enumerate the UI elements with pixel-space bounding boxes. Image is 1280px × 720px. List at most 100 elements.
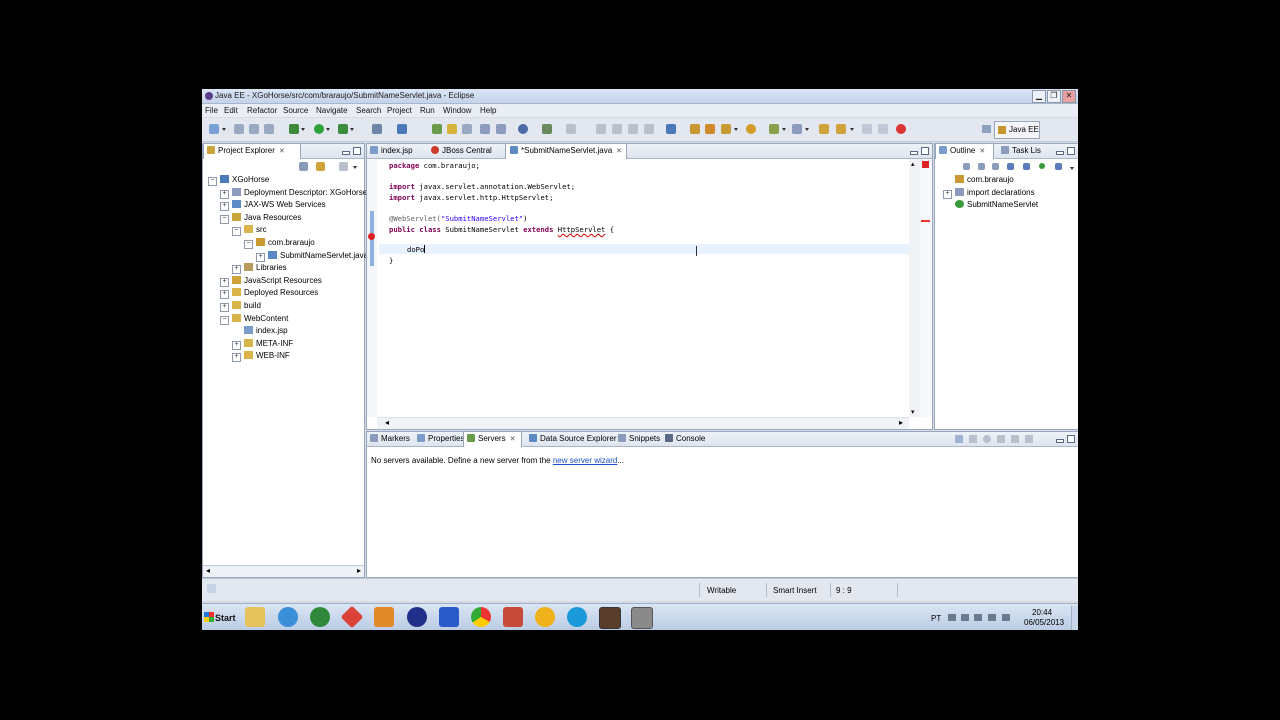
tab-console[interactable]: Console	[665, 432, 705, 446]
new-server-wizard-link[interactable]: new server wizard	[553, 456, 617, 465]
collapse-icon[interactable]: −	[232, 227, 241, 237]
tab-project-explorer[interactable]: Project Explorer ✕	[203, 143, 301, 159]
tab-properties[interactable]: Properties	[417, 432, 464, 446]
maximize-view-icon[interactable]	[1067, 147, 1075, 155]
expand-icon[interactable]: +	[220, 290, 229, 300]
open-type-icon[interactable]	[432, 124, 442, 134]
chevron-down-icon[interactable]	[350, 128, 354, 131]
menu-source[interactable]: Source	[283, 106, 308, 115]
code-line-4[interactable]: @WebServlet("SubmitNameServlet")	[389, 214, 527, 223]
focus-icon[interactable]	[1055, 163, 1062, 170]
tree-item[interactable]: + SubmitNameServlet.java	[256, 250, 368, 262]
expand-icon[interactable]: +	[220, 202, 229, 212]
chevron-down-icon[interactable]	[1070, 167, 1074, 170]
horizontal-scrollbar[interactable]: ◂ ▸	[203, 565, 364, 577]
expand-icon[interactable]: +	[220, 303, 229, 312]
close-button[interactable]: ✕	[1062, 90, 1076, 103]
overview-ruler[interactable]	[919, 159, 932, 417]
minimize-view-icon[interactable]	[1056, 151, 1064, 155]
chevron-down-icon[interactable]	[805, 128, 809, 131]
eclipse-taskbar-icon[interactable]	[407, 607, 427, 627]
tree-item[interactable]: + JavaScript Resources	[220, 275, 322, 287]
collapse-all-icon[interactable]	[978, 163, 985, 170]
code-line-1[interactable]: package com.braraujo;	[389, 161, 480, 170]
collapse-icon[interactable]: −	[208, 177, 217, 186]
tab-task-list[interactable]: Task Lis	[1001, 144, 1041, 158]
power-icon[interactable]	[974, 614, 982, 621]
print-icon[interactable]	[264, 124, 274, 134]
tab-jboss-central[interactable]: JBoss Central	[431, 144, 492, 158]
annotation-icon[interactable]	[769, 124, 779, 134]
save-all-icon[interactable]	[249, 124, 259, 134]
file-explorer-icon[interactable]	[245, 607, 265, 627]
tab-submitnameservlet[interactable]: *SubmitNameServlet.java ✕	[505, 143, 627, 159]
expand-icon[interactable]: +	[232, 353, 241, 363]
wifi-icon[interactable]	[988, 614, 996, 621]
error-ruler-mark[interactable]	[921, 220, 930, 222]
menu-edit[interactable]: Edit	[224, 106, 238, 115]
perspective-java-ee[interactable]: Java EE	[994, 121, 1040, 139]
maximize-view-icon[interactable]	[1067, 435, 1075, 443]
menu-help[interactable]: Help	[480, 106, 496, 115]
monitor-icon[interactable]	[666, 124, 676, 134]
volume-icon[interactable]	[1002, 614, 1010, 621]
tree-item[interactable]: + Deployment Descriptor: XGoHorse	[220, 187, 367, 199]
outline-item[interactable]: SubmitNameServlet	[943, 199, 1038, 211]
collapse-icon[interactable]	[955, 435, 963, 443]
minimize-view-icon[interactable]	[1056, 439, 1064, 443]
tree-item[interactable]: + Deployed Resources	[220, 287, 318, 300]
collapse-icon[interactable]: −	[220, 315, 229, 325]
tree-item[interactable]: − XGoHorse	[208, 174, 269, 186]
hide-static-icon[interactable]	[1007, 163, 1014, 170]
close-icon[interactable]: ✕	[979, 148, 985, 155]
jboss-taskbar-icon[interactable]	[599, 607, 621, 629]
view-menu-icon[interactable]	[339, 162, 348, 171]
error-marker-icon[interactable]	[368, 233, 375, 240]
run-icon[interactable]	[314, 124, 324, 134]
expand-icon[interactable]: +	[232, 340, 241, 350]
globe-icon[interactable]	[518, 124, 528, 134]
close-icon[interactable]: ✕	[279, 148, 285, 155]
tree-item[interactable]: + JAX-WS Web Services	[220, 199, 326, 212]
skype-icon[interactable]	[567, 607, 587, 627]
open-perspective-icon[interactable]	[982, 125, 991, 133]
tree-item[interactable]: + META-INF	[232, 338, 293, 350]
filezilla-icon[interactable]	[340, 605, 364, 629]
new-project-icon[interactable]	[397, 124, 407, 134]
fast-view-icon[interactable]	[207, 584, 216, 593]
menu-run[interactable]: Run	[420, 106, 435, 115]
new-icon[interactable]	[209, 124, 219, 134]
document-icon[interactable]	[503, 607, 523, 627]
hide-nonpublic-icon[interactable]	[1023, 163, 1030, 170]
save-icon[interactable]	[234, 124, 244, 134]
clock-date[interactable]: 06/05/2013	[1024, 618, 1064, 627]
menu-file[interactable]: File	[205, 106, 218, 115]
block-icon[interactable]	[496, 124, 506, 134]
maximize-view-icon[interactable]	[353, 147, 361, 155]
clock-time[interactable]: 20:44	[1032, 608, 1052, 617]
scroll-right-icon[interactable]: ▸	[899, 418, 903, 427]
minimize-button[interactable]: ▁	[1032, 90, 1046, 103]
menu-project[interactable]: Project	[387, 106, 412, 115]
window-app-icon[interactable]	[631, 607, 653, 629]
code-line-5[interactable]: public class SubmitNameServlet extends H…	[389, 225, 614, 234]
chrome-icon[interactable]	[471, 607, 491, 627]
maximize-button[interactable]: ❐	[1047, 90, 1061, 103]
collapse-icon[interactable]: −	[244, 240, 253, 249]
expand-icon[interactable]: +	[943, 189, 952, 199]
forward-icon[interactable]	[836, 124, 846, 134]
chevron-down-icon[interactable]	[301, 128, 305, 131]
tree-item[interactable]: + Libraries	[232, 262, 287, 275]
remote-desktop-icon[interactable]	[439, 607, 459, 627]
debug-icon[interactable]	[289, 124, 299, 134]
tree-item[interactable]: − Java Resources	[220, 212, 301, 224]
tab-index-jsp[interactable]: index.jsp	[370, 144, 413, 158]
horizontal-scrollbar[interactable]: ◂ ▸	[377, 417, 909, 429]
mark-icon[interactable]	[462, 124, 472, 134]
brush-icon[interactable]	[721, 124, 731, 134]
internet-explorer-icon[interactable]	[278, 607, 298, 627]
update-icon[interactable]	[746, 124, 756, 134]
tree-item[interactable]: − com.braraujo	[244, 237, 315, 249]
expand-icon[interactable]: +	[256, 252, 265, 262]
menu-navigate[interactable]: Navigate	[316, 106, 348, 115]
